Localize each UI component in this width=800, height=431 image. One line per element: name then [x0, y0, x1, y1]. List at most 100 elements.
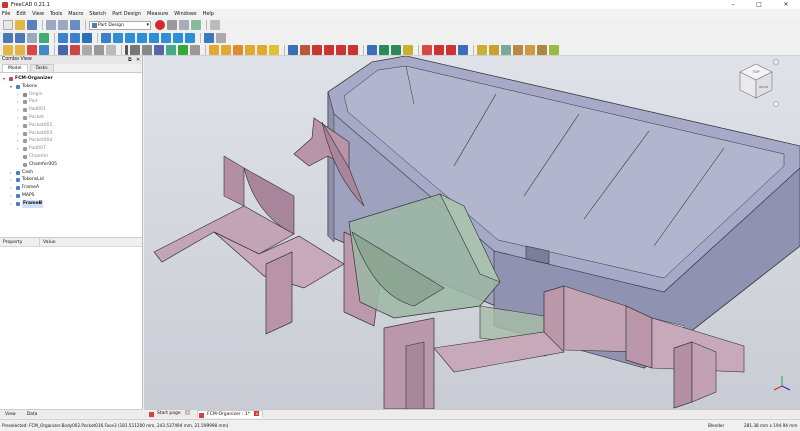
- menu-macro[interactable]: Macro: [68, 11, 83, 17]
- datum-line-icon[interactable]: [130, 44, 140, 55]
- forward-arrow-icon[interactable]: [70, 32, 80, 43]
- tree-item[interactable]: ▾ FCM-Organizer: [0, 75, 141, 83]
- subtractive-loft-icon[interactable]: [324, 44, 334, 55]
- menu-measure[interactable]: Measure: [147, 11, 168, 17]
- front-view-icon[interactable]: [125, 32, 135, 43]
- tree-item[interactable]: › TokensLid: [0, 176, 141, 184]
- datum-point-icon[interactable]: [125, 44, 128, 55]
- multitransform-icon[interactable]: [403, 44, 413, 55]
- tab-model[interactable]: Model: [2, 64, 28, 72]
- tab-data[interactable]: Data: [27, 412, 38, 417]
- menu-edit[interactable]: Edit: [16, 11, 26, 17]
- loft-icon[interactable]: [233, 44, 243, 55]
- validate-sketch-icon[interactable]: [70, 44, 80, 55]
- tree-item[interactable]: › Pocket003: [0, 130, 141, 138]
- fillet-icon[interactable]: [422, 44, 432, 55]
- pad-icon[interactable]: [209, 44, 219, 55]
- datum-icon[interactable]: [106, 44, 116, 55]
- bounding-box-icon[interactable]: [39, 32, 49, 43]
- close-tab-icon[interactable]: ×: [185, 410, 191, 415]
- maximize-button[interactable]: □: [748, 0, 770, 9]
- tree-item[interactable]: › FrameB: [0, 199, 141, 208]
- tree-item[interactable]: › MAPS: [0, 192, 141, 200]
- revolution-icon[interactable]: [221, 44, 231, 55]
- boolean-icon[interactable]: [477, 44, 487, 55]
- subshape-binder-icon[interactable]: [94, 44, 104, 55]
- expand-arrow-icon[interactable]: ›: [10, 169, 12, 177]
- create-sketch-icon[interactable]: [27, 44, 37, 55]
- expand-arrow-icon[interactable]: ›: [17, 145, 19, 153]
- measure-refresh-icon[interactable]: [513, 44, 523, 55]
- sprocket-icon[interactable]: [190, 44, 200, 55]
- tree-item[interactable]: Chamfer: [0, 153, 141, 161]
- zoom-icon[interactable]: [101, 32, 111, 43]
- tree-item[interactable]: › Cash: [0, 169, 141, 177]
- collapse-arrow-icon[interactable]: ▾: [10, 83, 12, 91]
- menu-view[interactable]: View: [32, 11, 44, 17]
- create-body-icon[interactable]: [3, 44, 13, 55]
- menu-part-design[interactable]: Part Design: [112, 11, 141, 17]
- tree-item[interactable]: › Pocket: [0, 114, 141, 122]
- back-arrow-icon[interactable]: [58, 32, 68, 43]
- shapebinder-green-icon[interactable]: [166, 44, 176, 55]
- navigation-style[interactable]: Blender: [708, 420, 724, 431]
- tree-item[interactable]: Chamfer005: [0, 161, 141, 169]
- helix-icon[interactable]: [257, 44, 267, 55]
- isometric-view-icon[interactable]: [113, 32, 123, 43]
- collapse-arrow-icon[interactable]: ▾: [3, 75, 5, 83]
- close-tab-icon[interactable]: ×: [254, 411, 260, 416]
- minimize-button[interactable]: –: [722, 0, 744, 9]
- hole-icon[interactable]: [300, 44, 310, 55]
- tree-item[interactable]: › Pocket004: [0, 137, 141, 145]
- pipe-icon[interactable]: [245, 44, 255, 55]
- subtractive-primitive-icon[interactable]: [348, 44, 358, 55]
- close-panel-icon[interactable]: ✕: [136, 56, 140, 64]
- close-button[interactable]: ✕: [775, 0, 797, 9]
- clone-icon[interactable]: [58, 44, 68, 55]
- 3d-model-scene[interactable]: TOP RIGHT: [144, 56, 800, 409]
- tree-item[interactable]: › Pocket001: [0, 122, 141, 130]
- tree-item[interactable]: › Pad007: [0, 145, 141, 153]
- expand-arrow-icon[interactable]: ›: [17, 106, 19, 114]
- expand-arrow-icon[interactable]: ›: [17, 114, 19, 122]
- measure-angular-icon[interactable]: [501, 44, 511, 55]
- create-part-icon[interactable]: [15, 44, 25, 55]
- help-pointer-icon[interactable]: [216, 32, 226, 43]
- expand-arrow-icon[interactable]: ›: [10, 192, 12, 200]
- expand-arrow-icon[interactable]: ›: [17, 130, 19, 138]
- expand-arrow-icon[interactable]: ›: [10, 176, 12, 184]
- fit-all-icon[interactable]: [3, 32, 13, 43]
- expand-arrow-icon[interactable]: ›: [17, 91, 19, 99]
- measure-clear-icon[interactable]: [525, 44, 535, 55]
- expand-arrow-icon[interactable]: ›: [10, 184, 12, 192]
- menu-tools[interactable]: Tools: [50, 11, 62, 17]
- menu-sketch[interactable]: Sketch: [89, 11, 106, 17]
- expand-arrow-icon[interactable]: ›: [10, 200, 12, 208]
- tab-view[interactable]: View: [5, 412, 16, 417]
- datum-plane-icon[interactable]: [142, 44, 152, 55]
- 3d-viewport[interactable]: TOP RIGHT: [144, 56, 800, 409]
- additive-primitive-icon[interactable]: [269, 44, 279, 55]
- rear-view-icon[interactable]: [161, 32, 171, 43]
- tree-item[interactable]: ▾ Tokens: [0, 83, 141, 91]
- doc-tab-start-page[interactable]: Start page ×: [148, 410, 193, 418]
- clone-green-icon[interactable]: [178, 44, 188, 55]
- measure-3d-icon[interactable]: [549, 44, 559, 55]
- shape-binder-icon[interactable]: [82, 44, 92, 55]
- expand-arrow-icon[interactable]: ›: [17, 137, 19, 145]
- measure-toggle-icon[interactable]: [537, 44, 547, 55]
- doc-tab-fcm-organizer[interactable]: FCM-Organizer : 1* ×: [197, 410, 264, 418]
- linear-pattern-icon[interactable]: [379, 44, 389, 55]
- expand-arrow-icon[interactable]: ›: [17, 98, 19, 106]
- draw-style-icon[interactable]: [27, 32, 37, 43]
- tree-item[interactable]: › Pad: [0, 98, 141, 106]
- fit-selection-icon[interactable]: [15, 32, 25, 43]
- left-view-icon[interactable]: [185, 32, 195, 43]
- draft-icon[interactable]: [446, 44, 456, 55]
- property-column-header[interactable]: Property: [0, 238, 40, 246]
- float-panel-icon[interactable]: ⧉: [128, 56, 132, 64]
- value-column-header[interactable]: Value: [40, 238, 56, 246]
- measure-linear-icon[interactable]: [489, 44, 499, 55]
- menu-file[interactable]: File: [2, 11, 10, 17]
- menu-help[interactable]: Help: [203, 11, 214, 17]
